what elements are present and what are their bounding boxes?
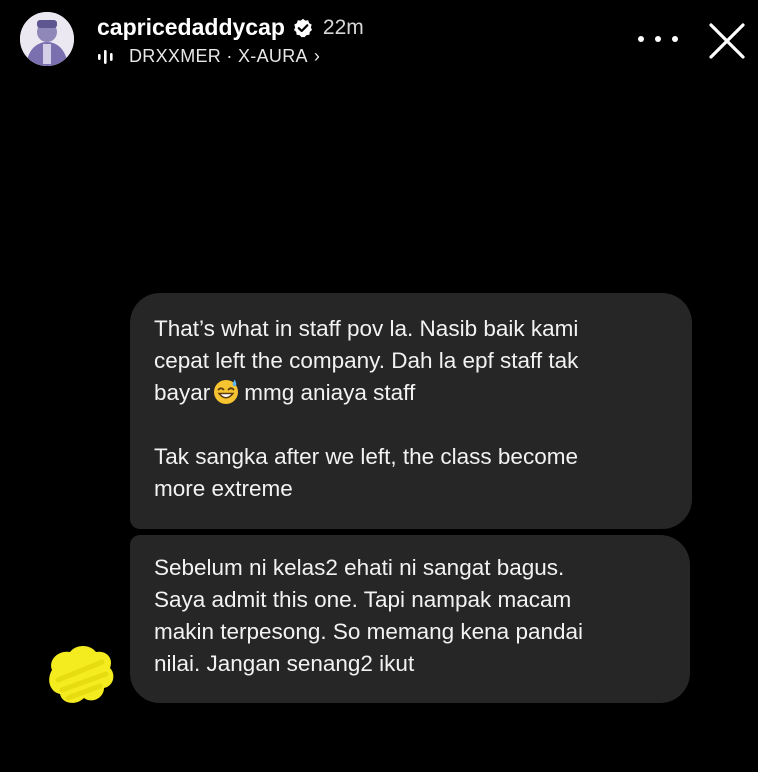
message-line: Tak sangka after we left, the class beco… <box>154 444 578 469</box>
message-line: Sebelum ni kelas2 ehati ni sangat bagus. <box>154 555 565 580</box>
message-line: makin terpesong. So memang kena pandai <box>154 619 584 644</box>
message-line: Saya admit this one. Tapi nampak macam <box>154 587 572 612</box>
close-button[interactable] <box>706 20 748 62</box>
redacted-sender-avatar <box>44 640 118 710</box>
chevron-right-icon: › <box>313 46 321 66</box>
message-bubble[interactable]: That’s what in staff pov la. Nasib baik … <box>130 293 692 529</box>
music-title: DRXXMER · X-AURA <box>129 46 308 66</box>
verified-badge-icon <box>293 18 313 38</box>
sweat-smile-emoji-icon <box>212 377 240 405</box>
profile-avatar[interactable] <box>20 12 74 66</box>
username[interactable]: capricedaddycap <box>97 14 285 41</box>
audio-bars-icon <box>97 49 119 65</box>
more-options-button[interactable] <box>638 24 678 54</box>
message-line: nilai. Jangan senang2 ikut <box>154 651 415 676</box>
message-line: cepat left the company. Dah la epf staff… <box>154 348 579 373</box>
post-time: 22m <box>322 15 364 39</box>
music-attribution[interactable]: DRXXMER · X-AURA › <box>97 46 320 67</box>
more-options-icon <box>638 36 644 42</box>
story-header: capricedaddycap 22m DRXXMER · X-AURA › <box>0 0 758 80</box>
close-icon <box>709 23 745 59</box>
message-bubble[interactable]: Sebelum ni kelas2 ehati ni sangat bagus.… <box>130 535 690 703</box>
message-line: bayar mmg aniaya staff <box>154 377 668 409</box>
username-row: capricedaddycap 22m <box>97 14 364 41</box>
message-line: That’s what in staff pov la. Nasib baik … <box>154 316 579 341</box>
message-line: more extreme <box>154 476 293 501</box>
